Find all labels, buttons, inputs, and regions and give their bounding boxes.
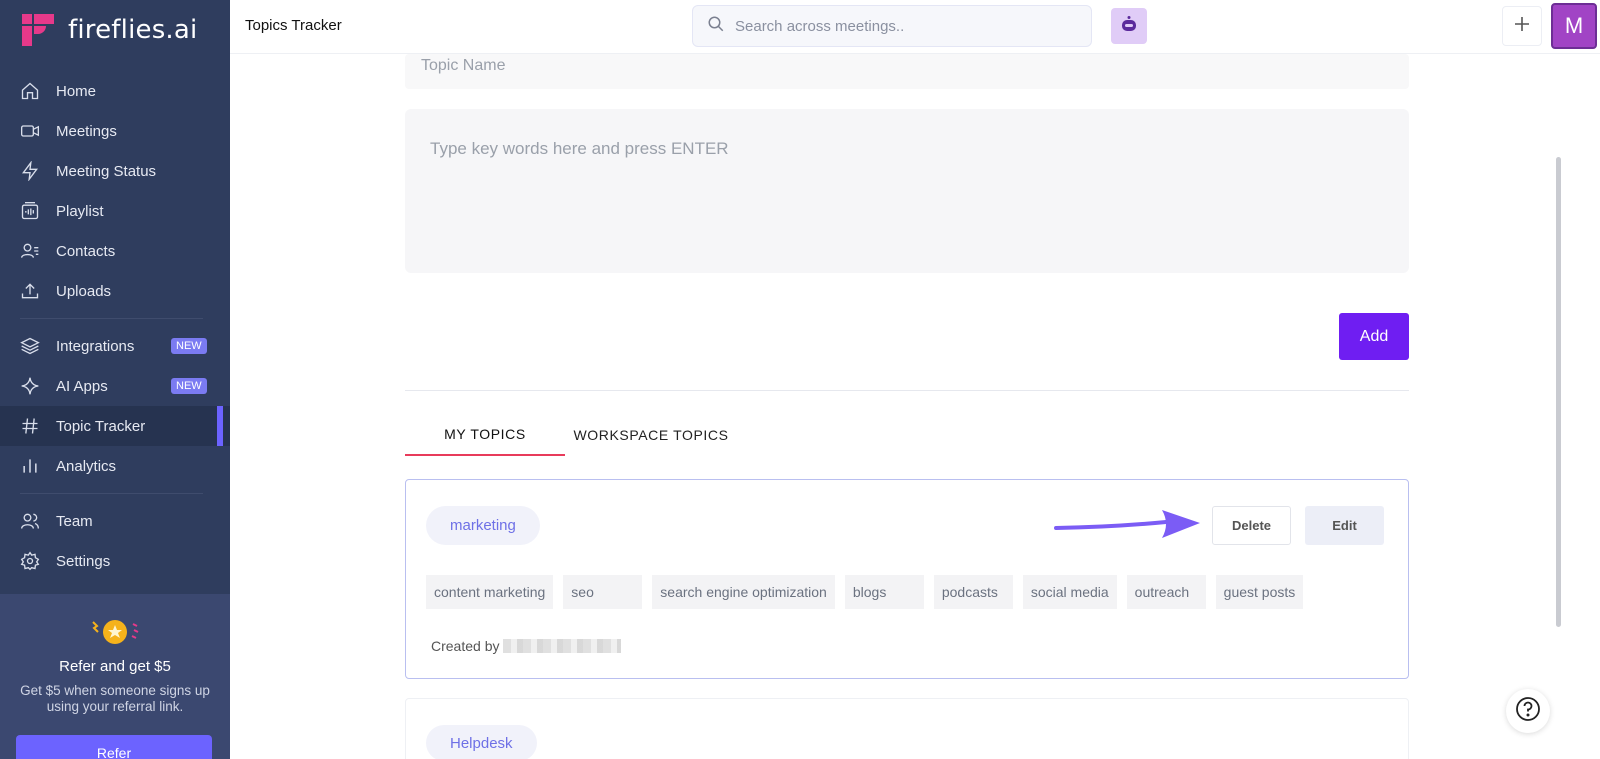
sidebar-item-settings[interactable]: Settings bbox=[0, 541, 230, 581]
refer-description: Get $5 when someone signs up using your … bbox=[20, 683, 210, 714]
sidebar-item-label: Playlist bbox=[56, 202, 104, 220]
sidebar-item-analytics[interactable]: Analytics bbox=[0, 446, 230, 486]
sidebar-item-meeting-status[interactable]: Meeting Status bbox=[0, 151, 230, 191]
main-content: Topic Name Type key words here and press… bbox=[230, 54, 1600, 759]
topic-card: marketing Delete Edit content marketing … bbox=[405, 479, 1409, 679]
created-by-label: Created by bbox=[431, 638, 500, 654]
arrow-pointer-icon bbox=[1054, 506, 1204, 551]
scrollbar[interactable] bbox=[1556, 157, 1561, 627]
keyword-chip: seo bbox=[563, 575, 643, 609]
topic-name-pill: Helpdesk bbox=[426, 725, 537, 759]
sidebar-item-topic-tracker[interactable]: Topic Tracker bbox=[0, 406, 230, 446]
search-input[interactable] bbox=[735, 17, 1065, 35]
page-title: Topics Tracker bbox=[245, 17, 342, 34]
topic-name-input[interactable]: Topic Name bbox=[405, 54, 1409, 89]
playlist-icon bbox=[20, 201, 40, 221]
bolt-icon bbox=[20, 161, 40, 181]
contacts-icon bbox=[20, 241, 40, 261]
sidebar-item-label: Home bbox=[56, 82, 97, 100]
top-bar: Topics Tracker M bbox=[230, 0, 1600, 54]
robot-icon bbox=[1119, 15, 1139, 38]
sidebar: fireflies.ai Home Meetings Meeting Statu… bbox=[0, 0, 230, 759]
search-bar[interactable] bbox=[692, 5, 1092, 47]
new-badge: NEW bbox=[171, 378, 207, 394]
created-by: Created by bbox=[431, 638, 622, 654]
sidebar-item-label: Meeting Status bbox=[56, 162, 157, 180]
sidebar-item-label: Team bbox=[56, 512, 93, 530]
topic-tabs: MY TOPICS WORKSPACE TOPICS bbox=[405, 414, 737, 456]
redacted-author bbox=[503, 639, 622, 653]
help-button[interactable] bbox=[1506, 689, 1550, 733]
fireflies-logo-icon bbox=[20, 12, 56, 48]
topic-card: Helpdesk bbox=[405, 698, 1409, 759]
home-icon bbox=[20, 81, 40, 101]
add-button[interactable] bbox=[1502, 6, 1542, 46]
sidebar-item-contacts[interactable]: Contacts bbox=[0, 231, 230, 271]
sidebar-item-label: Topic Tracker bbox=[56, 417, 146, 435]
brand-name: fireflies.ai bbox=[68, 15, 198, 45]
sidebar-item-ai-apps[interactable]: AI Apps NEW bbox=[0, 366, 230, 406]
bar-chart-icon bbox=[20, 456, 40, 476]
sidebar-divider bbox=[20, 318, 203, 319]
search-icon bbox=[707, 15, 725, 38]
section-divider bbox=[405, 390, 1409, 391]
keyword-list: content marketing seo search engine opti… bbox=[426, 575, 1304, 609]
star-medal-icon bbox=[89, 614, 141, 648]
sidebar-item-label: Meetings bbox=[56, 122, 117, 140]
refer-panel: Refer and get $5 Get $5 when someone sig… bbox=[0, 594, 230, 759]
add-topic-button[interactable]: Add bbox=[1339, 313, 1409, 360]
keywords-input[interactable]: Type key words here and press ENTER bbox=[405, 109, 1409, 273]
refer-title: Refer and get $5 bbox=[59, 658, 171, 675]
help-icon bbox=[1515, 696, 1541, 727]
plus-icon bbox=[1513, 12, 1531, 40]
sidebar-item-playlist[interactable]: Playlist bbox=[0, 191, 230, 231]
sidebar-item-label: Integrations bbox=[56, 337, 135, 355]
user-avatar[interactable]: M bbox=[1551, 3, 1597, 49]
delete-button[interactable]: Delete bbox=[1212, 506, 1291, 545]
keyword-chip: blogs bbox=[844, 575, 924, 609]
sidebar-divider bbox=[20, 493, 203, 494]
sidebar-item-uploads[interactable]: Uploads bbox=[0, 271, 230, 311]
keyword-chip: podcasts bbox=[933, 575, 1013, 609]
gear-icon bbox=[20, 551, 40, 571]
keyword-chip: guest posts bbox=[1215, 575, 1304, 609]
new-badge: NEW bbox=[171, 338, 207, 354]
sidebar-nav: Home Meetings Meeting Status Playlist Co… bbox=[0, 71, 230, 581]
ai-assistant-button[interactable] bbox=[1111, 8, 1147, 44]
upload-icon bbox=[20, 281, 40, 301]
topic-name-pill: marketing bbox=[426, 506, 540, 545]
hash-icon bbox=[20, 416, 40, 436]
sidebar-item-label: AI Apps bbox=[56, 377, 108, 395]
team-icon bbox=[20, 511, 40, 531]
refer-button[interactable]: Refer bbox=[16, 735, 212, 759]
sidebar-item-label: Analytics bbox=[56, 457, 117, 475]
sidebar-item-label: Contacts bbox=[56, 242, 116, 260]
logo[interactable]: fireflies.ai bbox=[20, 12, 197, 48]
sidebar-item-team[interactable]: Team bbox=[0, 501, 230, 541]
keyword-chip: content marketing bbox=[426, 575, 554, 609]
sparkle-icon bbox=[20, 376, 40, 396]
sidebar-item-label: Settings bbox=[56, 552, 111, 570]
sidebar-item-label: Uploads bbox=[56, 282, 112, 300]
edit-button[interactable]: Edit bbox=[1305, 506, 1384, 545]
video-icon bbox=[20, 121, 40, 141]
sidebar-item-meetings[interactable]: Meetings bbox=[0, 111, 230, 151]
tab-my-topics[interactable]: MY TOPICS bbox=[405, 414, 565, 456]
tab-workspace-topics[interactable]: WORKSPACE TOPICS bbox=[565, 414, 737, 456]
keyword-chip: social media bbox=[1022, 575, 1117, 609]
layers-icon bbox=[20, 336, 40, 356]
sidebar-item-home[interactable]: Home bbox=[0, 71, 230, 111]
keyword-chip: search engine optimization bbox=[652, 575, 835, 609]
keyword-chip: outreach bbox=[1126, 575, 1206, 609]
sidebar-item-integrations[interactable]: Integrations NEW bbox=[0, 326, 230, 366]
